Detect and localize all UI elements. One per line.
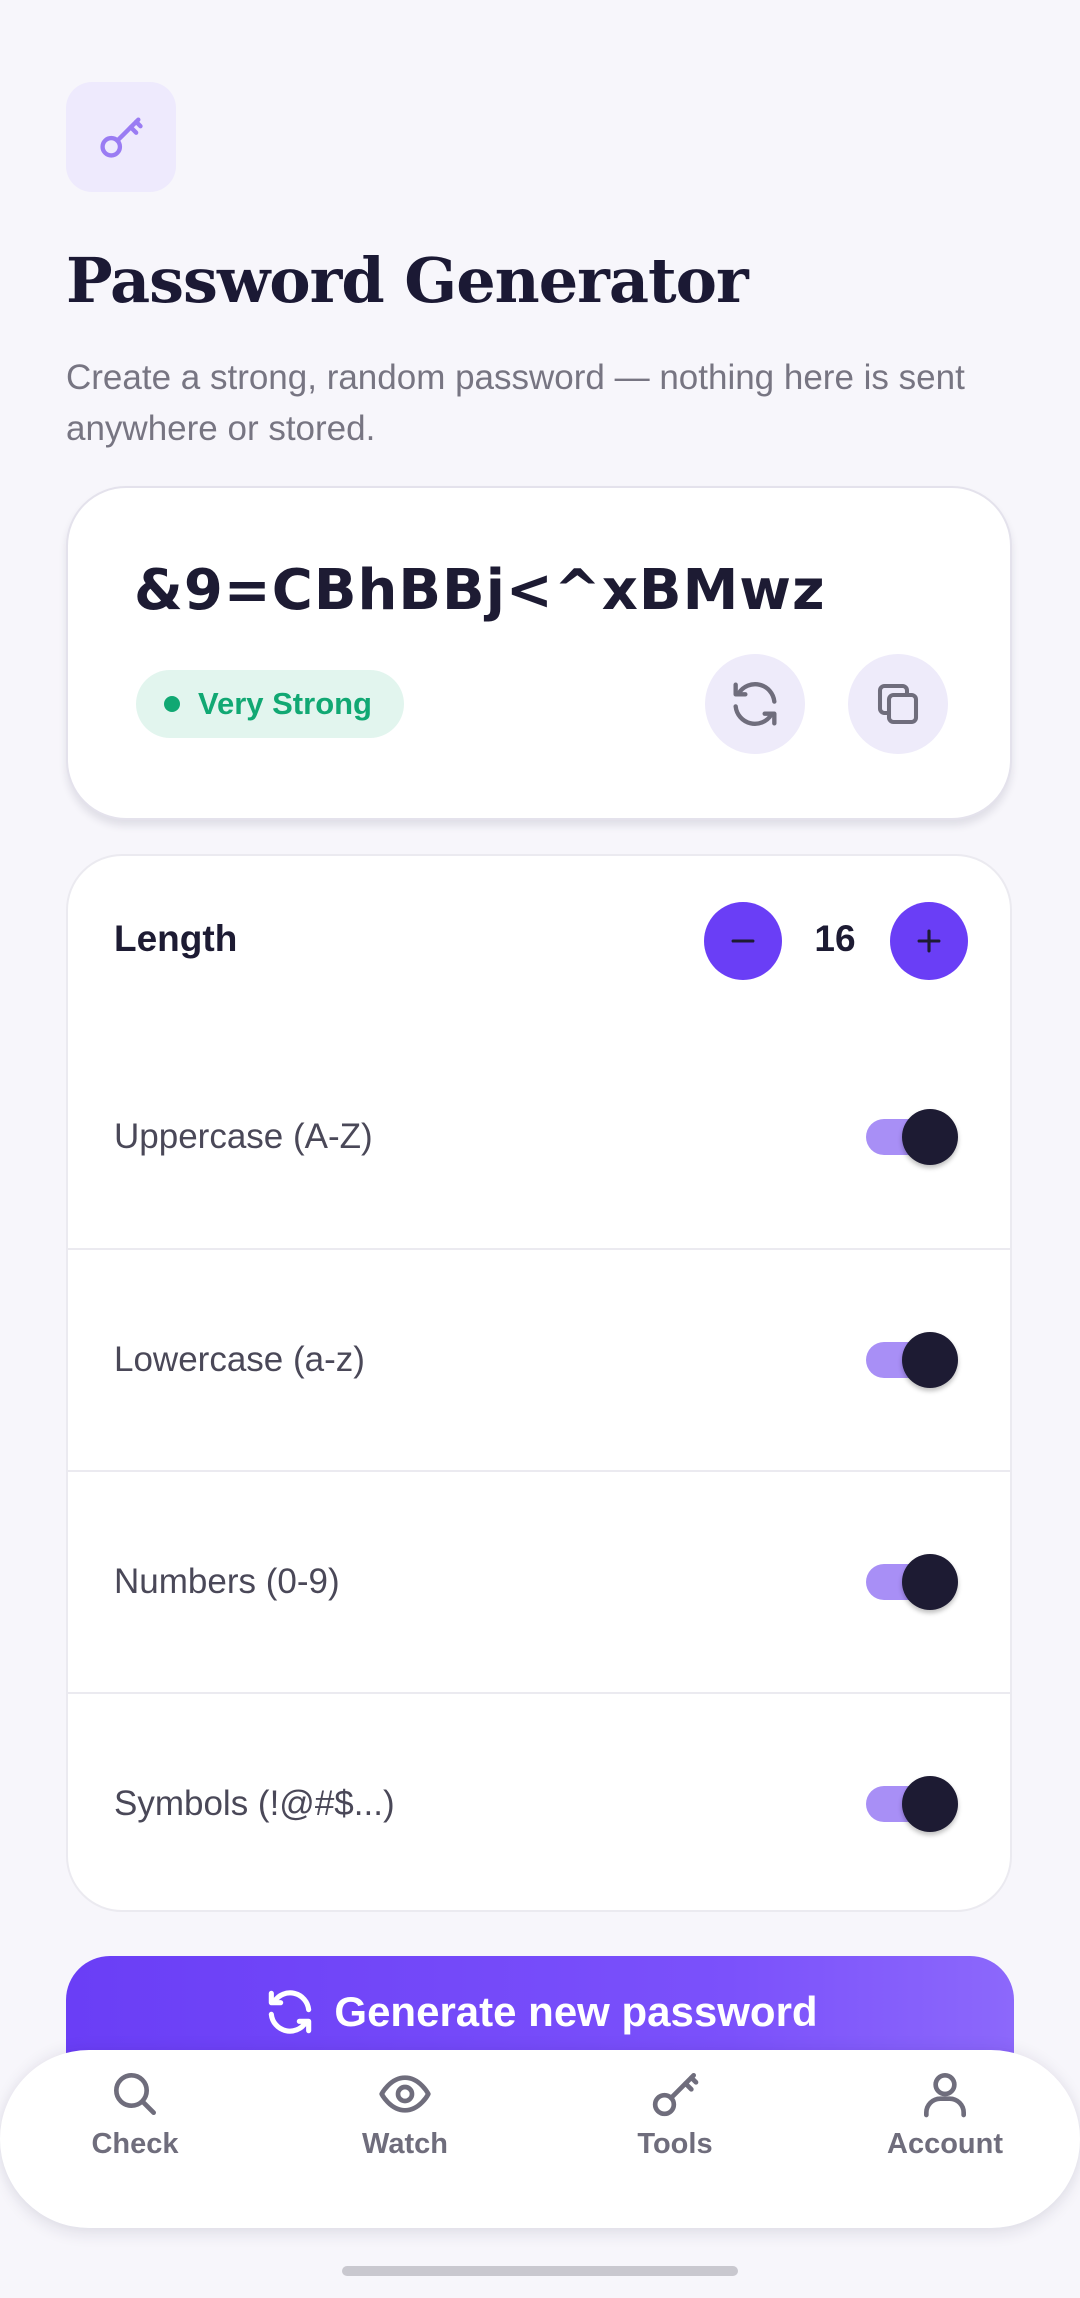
- option-label-symbols: Symbols (!@#$...): [114, 1784, 395, 1823]
- length-decrease-button[interactable]: [704, 902, 782, 980]
- nav-item-tools[interactable]: Tools: [540, 2050, 810, 2228]
- minus-icon: [731, 939, 755, 943]
- numbers-toggle[interactable]: [866, 1554, 958, 1610]
- nav-label-watch: Watch: [362, 2128, 448, 2160]
- length-increase-button[interactable]: [890, 902, 968, 980]
- page-subtitle: Create a strong, random password — nothi…: [66, 358, 965, 448]
- generate-button-label: Generate new password: [334, 1988, 818, 2035]
- refresh-icon: [269, 1990, 312, 2034]
- copy-button[interactable]: [848, 654, 948, 754]
- uppercase-toggle[interactable]: [866, 1109, 958, 1165]
- toggle-knob: [902, 1332, 958, 1388]
- option-row-lowercase: Lowercase (a-z): [68, 1248, 1010, 1470]
- search-icon: [114, 2073, 157, 2115]
- length-label: Length: [114, 918, 238, 959]
- key-icon: [652, 2073, 699, 2117]
- options-card: Length 16 Uppercase (A-Z) Lowercase (a-z…: [66, 854, 1012, 1912]
- option-row-symbols: Symbols (!@#$...): [68, 1692, 1010, 1910]
- header-key-tile: [66, 82, 176, 192]
- password-card: &9=CBhBBj<^xBMwz Very Strong: [66, 486, 1012, 820]
- toggle-knob: [902, 1109, 958, 1165]
- copy-icon: [877, 683, 919, 725]
- eye-icon: [379, 2075, 431, 2113]
- strength-dot-icon: [164, 696, 180, 712]
- nav-item-check[interactable]: Check: [0, 2050, 270, 2228]
- toggle-knob: [902, 1554, 958, 1610]
- home-indicator: [342, 2266, 738, 2276]
- option-label-lowercase: Lowercase (a-z): [114, 1340, 365, 1379]
- length-value: 16: [814, 918, 856, 959]
- nav-label-tools: Tools: [637, 2128, 713, 2160]
- option-row-numbers: Numbers (0-9): [68, 1470, 1010, 1692]
- lowercase-toggle[interactable]: [866, 1332, 958, 1388]
- regenerate-button[interactable]: [705, 654, 805, 754]
- nav-label-check: Check: [91, 2128, 179, 2160]
- plus-icon: [917, 929, 941, 953]
- bottom-nav: Check Watch Tools Account: [0, 2050, 1080, 2228]
- refresh-icon: [733, 682, 777, 726]
- length-row: Length 16: [68, 856, 1010, 1026]
- toggle-knob: [902, 1776, 958, 1832]
- key-icon: [100, 117, 143, 158]
- nav-item-watch[interactable]: Watch: [270, 2050, 540, 2228]
- option-label-uppercase: Uppercase (A-Z): [114, 1117, 373, 1156]
- page-title: Password Generator: [66, 244, 749, 317]
- nav-label-account: Account: [887, 2128, 1003, 2160]
- symbols-toggle[interactable]: [866, 1776, 958, 1832]
- user-icon: [924, 2073, 966, 2118]
- option-row-uppercase: Uppercase (A-Z): [68, 1026, 1010, 1248]
- strength-label: Very Strong: [198, 686, 372, 721]
- option-label-numbers: Numbers (0-9): [114, 1562, 340, 1601]
- generated-password[interactable]: &9=CBhBBj<^xBMwz: [134, 558, 826, 623]
- nav-item-account[interactable]: Account: [810, 2050, 1080, 2228]
- strength-badge: Very Strong: [136, 670, 404, 738]
